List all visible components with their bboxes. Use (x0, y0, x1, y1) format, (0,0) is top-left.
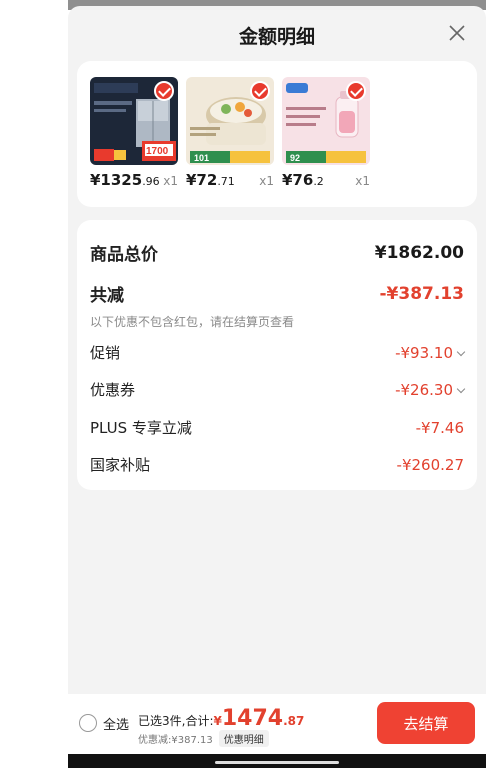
product-card: 1700 ¥1325.96 x1 101 ¥72.71 x1 92 ¥76.2 … (77, 61, 477, 207)
product-price: ¥76 (282, 171, 314, 189)
coupon-value: -¥26.30 (395, 380, 453, 399)
plus-row: PLUS 专享立减 -¥7.46 (90, 417, 464, 438)
total-row: 商品总价 ¥1862.00 (90, 240, 464, 266)
product-qty: x1 (259, 174, 274, 188)
product-item[interactable]: 92 ¥76.2 x1 (282, 77, 370, 189)
reduce-label: 共减 (90, 286, 124, 306)
product-image-rice-cooker: 101 (186, 77, 274, 165)
product-item[interactable]: 1700 ¥1325.96 x1 (90, 77, 178, 189)
amount-decimal: .87 (283, 714, 305, 728)
select-all-radio[interactable] (79, 714, 97, 732)
product-price: ¥1325 (90, 171, 143, 189)
discount-text: 优惠减:¥387.13 (138, 735, 213, 746)
chevron-down-icon[interactable] (456, 384, 466, 393)
promo-row[interactable]: 促销 -¥93.10 (90, 342, 466, 363)
discount-detail-button[interactable]: 优惠明细 (218, 730, 269, 747)
total-value: ¥1862.00 (374, 242, 464, 263)
selected-check-icon (250, 81, 270, 101)
background-right (486, 0, 500, 768)
plus-label: PLUS 专享立减 (90, 419, 192, 437)
subsidy-label: 国家补贴 (90, 456, 151, 474)
coupon-label: 优惠券 (90, 381, 136, 399)
background-left (0, 0, 68, 768)
system-nav-bar (68, 754, 486, 768)
plus-value: -¥7.46 (415, 418, 464, 437)
svg-text:101: 101 (194, 153, 209, 163)
total-label: 商品总价 (90, 245, 158, 265)
discount-note: 以下优惠不包含红包，请在结算页查看 (90, 315, 295, 329)
selected-summary: 已选3件,合计:¥1474.87 (138, 706, 304, 731)
product-price-decimal: .2 (313, 175, 324, 188)
close-icon[interactable] (446, 22, 468, 44)
reduce-row: 共减 -¥387.13 (90, 281, 465, 307)
product-price-decimal: .96 (142, 175, 160, 188)
product-image-refrigerator: 1700 (90, 77, 178, 165)
svg-text:92: 92 (290, 153, 300, 163)
coupon-row[interactable]: 优惠券 -¥26.30 (90, 379, 466, 400)
price-summary-card: 商品总价 ¥1862.00 共减 -¥387.13 以下优惠不包含红包，请在结算… (77, 220, 477, 490)
checkout-bar: 全选 已选3件,合计:¥1474.87 优惠减:¥387.13 优惠明细 去结算 (68, 694, 486, 754)
promo-value: -¥93.10 (395, 343, 453, 362)
home-indicator[interactable] (215, 761, 339, 764)
amount-integer: 1474 (221, 706, 284, 731)
svg-text:1700: 1700 (146, 146, 169, 157)
product-qty: x1 (163, 174, 178, 188)
product-item[interactable]: 101 ¥72.71 x1 (186, 77, 274, 189)
selected-check-icon (346, 81, 366, 101)
product-qty: x1 (355, 174, 370, 188)
sheet-title: 金额明细 (238, 26, 315, 48)
promo-label: 促销 (90, 344, 121, 362)
subsidy-value: -¥260.27 (396, 455, 464, 474)
reduce-value: -¥387.13 (379, 283, 465, 304)
select-all-label[interactable]: 全选 (103, 714, 129, 733)
currency-symbol: ¥ (213, 714, 222, 728)
product-price-decimal: .71 (217, 175, 235, 188)
discount-summary: 优惠减:¥387.13 优惠明细 (138, 730, 269, 747)
amount-detail-sheet: 金额明细 1700 ¥1325.96 x1 101 ¥72.71 x1 92 ¥… (68, 6, 486, 768)
product-price: ¥72 (186, 171, 218, 189)
selected-text: 已选3件,合计: (138, 714, 214, 728)
product-image-juicer: 92 (282, 77, 370, 165)
subsidy-row: 国家补贴 -¥260.27 (90, 454, 464, 475)
chevron-down-icon[interactable] (456, 347, 466, 356)
checkout-button[interactable]: 去结算 (377, 702, 475, 744)
selected-check-icon (154, 81, 174, 101)
